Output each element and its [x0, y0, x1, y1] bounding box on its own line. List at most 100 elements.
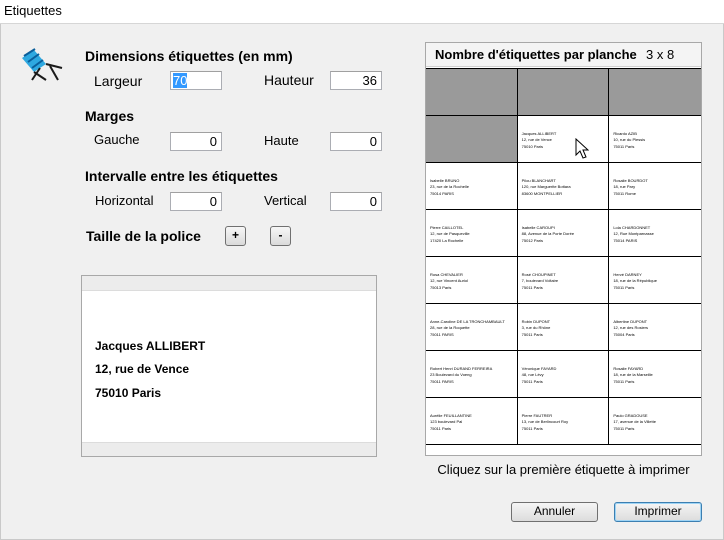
- label-cell-name: Albertine DUPONT: [613, 319, 648, 324]
- label-grid: Jacques ALLIBERT 12, rue de Vence 75010 Pa…: [426, 68, 701, 445]
- label-cell-city: 75011 PARIS: [430, 379, 454, 384]
- dimensions-title: Dimensions étiquettes (en mm): [85, 48, 293, 64]
- label-cell-name: Isabelle CAROUPI: [521, 225, 555, 230]
- label-cell[interactable]: [426, 116, 518, 163]
- label-cell[interactable]: Robin DUPONT 3, rue du Rhône 75011 Paris: [517, 304, 610, 351]
- label-cell[interactable]: Lola CHARDONNET 12, Rue Montparnasse 75014…: [609, 210, 701, 257]
- label-cell-city: 75010 Paris: [521, 144, 544, 149]
- label-cell-street: 23, rue de la Rochelle: [430, 184, 469, 189]
- label-cell-name: Paulo GRADOUSE: [613, 413, 648, 418]
- font-size-title: Taille de la police: [86, 228, 201, 244]
- label-preview: Jacques ALLIBERT 12, rue de Vence 75010 …: [81, 275, 377, 457]
- label-cell[interactable]: Ricardo AZIB 10, rue du Plessis 75011 Pari…: [609, 116, 701, 163]
- font-size-decrease-button[interactable]: -: [270, 226, 291, 246]
- label-cell-street: 12, Rue Montparnasse: [613, 231, 654, 236]
- label-cell-city: 75004 Paris: [613, 332, 635, 337]
- label-cell[interactable]: Rosalie BOURDOT 18, rue Pary 75011 Rome: [609, 163, 701, 210]
- spacing-horizontal-label: Horizontal: [95, 193, 154, 208]
- margin-top-label: Haute: [264, 133, 299, 148]
- label-cell-name: Aurélie FEUILLANTINE: [430, 413, 472, 418]
- label-cell[interactable]: Rosa CHEVALIER 12, rue Vincent Auriol 7501…: [426, 257, 518, 304]
- label-cell-name: Rosalie BOURDOT: [613, 178, 648, 183]
- label-cell-city: 75011 Paris: [521, 379, 543, 384]
- label-cell[interactable]: Pierre CAILLOTEL 12, rue de Pasqueville 17…: [426, 210, 518, 257]
- width-input[interactable]: 70: [170, 71, 222, 90]
- label-cell-city: 75012 Paris: [521, 238, 544, 243]
- label-cell-street: 12, rue des Rosiers: [613, 325, 649, 330]
- label-cell-street: 18, rue Pary: [613, 184, 636, 189]
- print-button[interactable]: Imprimer: [614, 502, 702, 522]
- margin-top-input[interactable]: 0: [330, 132, 382, 151]
- label-cell-name: Pierre CAILLOTEL: [430, 225, 464, 230]
- label-cell-name: Hervé DARNEY: [613, 272, 642, 277]
- label-cell-street: 18, rue de la Marseille: [613, 372, 653, 377]
- label-cell-city: 75011 PARIS: [430, 332, 454, 337]
- label-cell-street: 12, rue de Vence: [521, 137, 552, 142]
- label-cell-street: 18, rue de la République: [613, 278, 657, 283]
- label-cell-name: Pierre FAUTRER: [521, 413, 553, 418]
- sheet-title: Nombre d'étiquettes par planche: [435, 47, 637, 62]
- label-cell-name: Isabelle BRUNO: [430, 178, 460, 183]
- label-cell-city: 17420 La Rochelle: [430, 238, 464, 243]
- label-cell-street: 88, Avenue de la Porte Dorée: [521, 231, 575, 236]
- label-cell[interactable]: Rosalie FAYARD 18, rue de la Marseille 750…: [609, 351, 701, 398]
- label-cell-city: 75011 Paris: [521, 426, 543, 431]
- label-cell[interactable]: Jacques ALLIBERT 12, rue de Vence 75010 Pa…: [517, 116, 610, 163]
- label-cell-street: 10, rue du Plessis: [613, 137, 646, 142]
- label-cell-city: 75011 Paris: [613, 285, 635, 290]
- label-cell-name: Rosa CHEVALIER: [430, 272, 463, 277]
- label-cell[interactable]: Aurélie FEUILLANTINE 123 boulevard Pal 750…: [426, 398, 518, 445]
- label-cell[interactable]: Albertine DUPONT 12, rue des Rosiers 75004…: [609, 304, 701, 351]
- font-size-increase-button[interactable]: +: [225, 226, 246, 246]
- width-label: Largeur: [94, 73, 143, 89]
- label-cell-name: Rosalie FAYARD: [613, 366, 644, 371]
- label-cell-street: 12, rue Vincent Auriol: [430, 278, 468, 283]
- label-cell[interactable]: Pilou BLANCHART 120, rue Marguerite Botta…: [517, 163, 610, 210]
- label-cell[interactable]: [517, 69, 610, 116]
- label-cell-name: Rosé CHOUPINET: [521, 272, 556, 277]
- sheet-layout: 3 x 8: [646, 47, 675, 62]
- window-titlebar: Etiquettes: [0, 0, 724, 24]
- width-value: 70: [173, 73, 188, 88]
- spacing-vertical-label: Vertical: [264, 193, 307, 208]
- preview-bottom-bar: [82, 442, 376, 456]
- label-cell-city: 75011 Paris: [613, 144, 635, 149]
- label-cell-city: 75011 Paris: [521, 285, 543, 290]
- label-cell-city: 75011 Paris: [613, 426, 635, 431]
- sheet-header: Nombre d'étiquettes par planche 3 x 8: [426, 43, 701, 67]
- label-cell[interactable]: [426, 69, 518, 116]
- label-cell[interactable]: [609, 69, 701, 116]
- label-cell-street: 120, rue Marguerite Bottara: [521, 184, 571, 189]
- mouse-cursor-icon: [575, 138, 589, 159]
- height-input[interactable]: 36: [330, 71, 382, 90]
- preview-line-city: 75010 Paris: [95, 386, 162, 400]
- margins-title: Marges: [85, 108, 135, 124]
- label-cell[interactable]: Pierre FAUTRER 13, rue de Berlincourt Roy…: [517, 398, 610, 445]
- label-cell-city: 75011 Paris: [521, 332, 543, 337]
- label-cell[interactable]: Isabelle BRUNO 23, rue de la Rochelle 7501…: [426, 163, 518, 210]
- label-cell[interactable]: Anne-Caroline DE LA TRONCHAMBAULT 28, rue…: [426, 304, 518, 351]
- label-cell-city: 75011 Paris: [613, 379, 635, 384]
- label-cell-name: Lola CHARDONNET: [613, 225, 651, 230]
- cancel-button[interactable]: Annuler: [511, 502, 598, 522]
- label-cell-street: 13, rue de Berlincourt Roy: [521, 419, 569, 424]
- sheet-hint: Cliquez sur la première étiquette à impr…: [437, 462, 690, 477]
- label-cell[interactable]: Paulo GRADOUSE 17, avenue de la Villette 7…: [609, 398, 701, 445]
- label-cell[interactable]: Isabelle CAROUPI 88, Avenue de la Porte D…: [517, 210, 610, 257]
- label-cell-name: Véronique FAYARD: [521, 366, 557, 371]
- label-cell-city: 75014 PARIS: [613, 238, 638, 243]
- label-cell[interactable]: Rosé CHOUPINET 7, boulevard Voltaire 75011…: [517, 257, 610, 304]
- spacing-vertical-input[interactable]: 0: [330, 192, 382, 211]
- label-cell[interactable]: Véronique FAYARD 48, rue Lévy 75011 Paris: [517, 351, 610, 398]
- label-cell-street: 23 Boulevard du Voeng: [430, 372, 472, 377]
- preview-top-bar: [82, 276, 376, 291]
- label-cell[interactable]: Robert Henri DURAND FERREIRA 23 Boulevard…: [426, 351, 518, 398]
- label-cell-street: 7, boulevard Voltaire: [521, 278, 559, 283]
- margin-left-input[interactable]: 0: [170, 132, 222, 151]
- spacing-horizontal-input[interactable]: 0: [170, 192, 222, 211]
- label-cell-name: Pilou BLANCHART: [521, 178, 556, 183]
- label-cell-city: 75013 Paris: [430, 285, 452, 290]
- label-cell[interactable]: Hervé DARNEY 18, rue de la République 7501…: [609, 257, 701, 304]
- label-cell-street: 12, rue de Pasqueville: [430, 231, 470, 236]
- label-cell-street: 3, rue du Rhône: [521, 325, 551, 330]
